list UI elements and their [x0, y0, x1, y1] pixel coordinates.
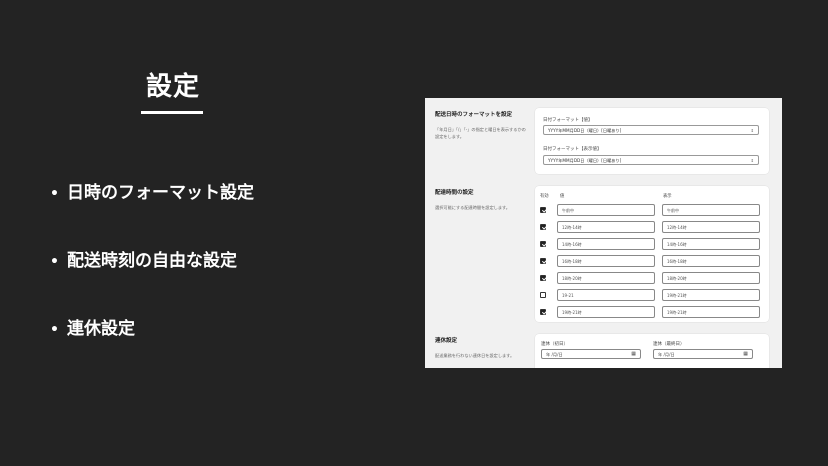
- slot-display-input[interactable]: 14時-16時: [662, 238, 760, 250]
- section-title: 配送日時のフォーマットを設定: [435, 112, 513, 118]
- feature-text: 連休設定: [66, 319, 135, 339]
- slot-display-input[interactable]: 19時-21時: [662, 289, 760, 301]
- calendar-icon: ▦: [631, 351, 636, 357]
- date-format-card: 日付フォーマット【値】 YYYY年MM月DD日（曜日）[日曜あり] ⇕ 日付フォー…: [535, 108, 769, 174]
- holiday-card: 連休（初日） 連休（最終日） 年 /月/日 ▦ 年 /月/日 ▦: [535, 334, 769, 368]
- slot-value-input[interactable]: 19時-21時: [557, 306, 655, 318]
- title-underline: [141, 111, 203, 114]
- table-row: 19-21 19時-21時: [535, 289, 769, 301]
- chevron-updown-icon: ⇕: [750, 158, 754, 163]
- slot-display-input[interactable]: 16時-18時: [662, 255, 760, 267]
- col-header-value: 値: [560, 194, 565, 199]
- holiday-start-date-input[interactable]: 年 /月/日 ▦: [541, 349, 641, 359]
- holiday-end-date-input[interactable]: 年 /月/日 ▦: [653, 349, 753, 359]
- slot-checkbox[interactable]: [540, 309, 546, 315]
- date-format-value-select[interactable]: YYYY年MM月DD日（曜日）[日曜あり] ⇕: [543, 125, 759, 135]
- slot-display-input[interactable]: 午前中: [662, 204, 760, 216]
- settings-screenshot: 配送日時のフォーマットを設定 「年月日」「/」「-」の指定と曜日を表示するかの設…: [425, 98, 782, 368]
- slot-value-input[interactable]: 18時-20時: [557, 272, 655, 284]
- slot-value-input[interactable]: 16時-18時: [557, 255, 655, 267]
- feature-item: • 連休設定: [50, 319, 135, 339]
- calendar-icon: ▦: [743, 351, 748, 357]
- table-row: 16時-18時 16時-18時: [535, 255, 769, 267]
- feature-text: 配送時刻の自由な設定: [66, 251, 237, 271]
- slot-checkbox[interactable]: [540, 241, 546, 247]
- slide-title: 設定: [145, 72, 200, 102]
- col-header-enabled: 有効: [540, 194, 549, 199]
- feature-item: • 配送時刻の自由な設定: [50, 251, 237, 271]
- section-title: 配達時間の設定: [435, 190, 474, 196]
- feature-item: • 日時のフォーマット設定: [50, 183, 254, 203]
- slot-checkbox[interactable]: [540, 275, 546, 281]
- slot-value-input[interactable]: 12時-14時: [557, 221, 655, 233]
- slot-value-input[interactable]: 14時-16時: [557, 238, 655, 250]
- section-title: 連休設定: [435, 338, 458, 344]
- slot-checkbox[interactable]: [540, 224, 546, 230]
- slot-display-input[interactable]: 19時-21時: [662, 306, 760, 318]
- table-row: 14時-16時 14時-16時: [535, 238, 769, 250]
- holiday-end-label: 連休（最終日）: [653, 342, 685, 347]
- slot-value-input[interactable]: 19-21: [557, 289, 655, 301]
- date-format-display-select[interactable]: YYYY年MM月DD日（曜日）[日曜あり] ⇕: [543, 155, 759, 165]
- section-description: 「年月日」「/」「-」の指定と曜日を表示するかの設定をします。: [435, 127, 526, 139]
- slot-display-input[interactable]: 12時-14時: [662, 221, 760, 233]
- holiday-section: 連休設定 配送業務を行わない連休日を設定します。 連休（初日） 連休（最終日） …: [425, 330, 782, 368]
- slot-checkbox[interactable]: [540, 292, 546, 298]
- col-header-display: 表示: [663, 194, 672, 199]
- table-row: 午前中 午前中: [535, 204, 769, 216]
- chevron-updown-icon: ⇕: [750, 128, 754, 133]
- slot-value-input[interactable]: 午前中: [557, 204, 655, 216]
- date-format-section: 配送日時のフォーマットを設定 「年月日」「/」「-」の指定と曜日を表示するかの設…: [425, 98, 782, 180]
- slot-checkbox[interactable]: [540, 207, 546, 213]
- slot-checkbox[interactable]: [540, 258, 546, 264]
- slot-display-input[interactable]: 18時-20時: [662, 272, 760, 284]
- holiday-start-label: 連休（初日）: [541, 342, 568, 347]
- section-description: 配送業務を行わない連休日を設定します。: [435, 353, 515, 358]
- time-slot-section: 配達時間の設定 選択可能にする配達時間を設定します。 有効 値 表示 午前中 午…: [425, 180, 782, 325]
- feature-text: 日時のフォーマット設定: [66, 183, 254, 203]
- field-label: 日付フォーマット【表示値】: [543, 147, 602, 152]
- table-row: 19時-21時 19時-21時: [535, 306, 769, 318]
- section-description: 選択可能にする配達時間を設定します。: [435, 205, 510, 210]
- table-row: 18時-20時 18時-20時: [535, 272, 769, 284]
- table-row: 12時-14時 12時-14時: [535, 221, 769, 233]
- field-label: 日付フォーマット【値】: [543, 118, 593, 123]
- time-slot-card: 有効 値 表示 午前中 午前中 12時-14時 12時-14時 14時-16時 …: [535, 186, 769, 322]
